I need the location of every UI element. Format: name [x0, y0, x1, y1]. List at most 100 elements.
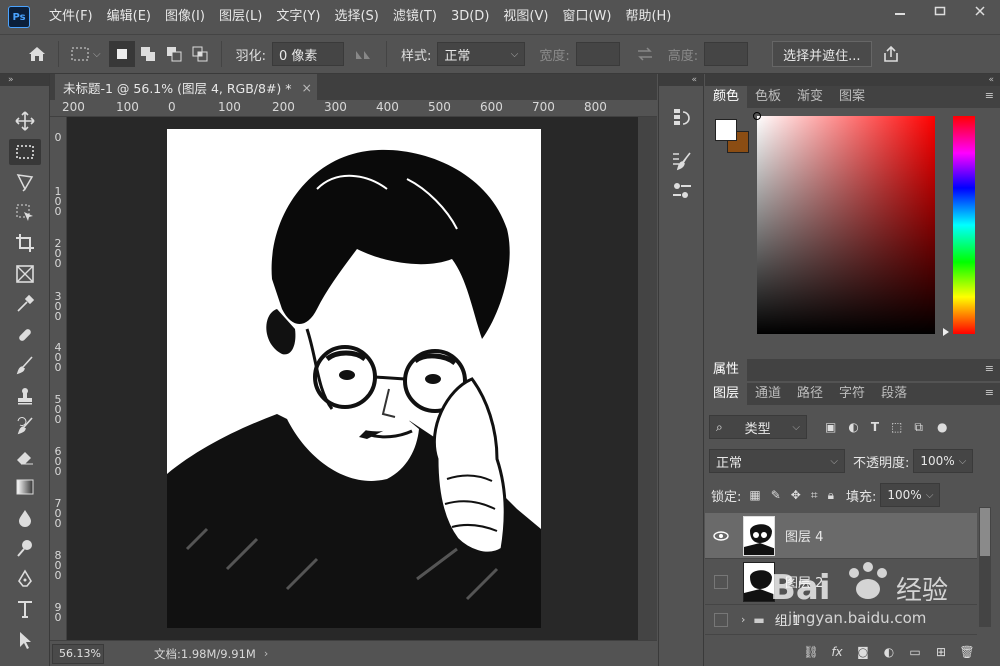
history-brush-tool[interactable]	[0, 411, 50, 442]
style-select[interactable]: 正常 ⌵	[437, 42, 526, 66]
blend-mode-select[interactable]: 正常 ⌵	[709, 449, 845, 473]
layer-row[interactable]: 图层 4	[705, 513, 977, 559]
share-button[interactable]	[878, 41, 904, 67]
menu-window[interactable]: 窗口(W)	[555, 0, 618, 34]
menu-image[interactable]: 图像(I)	[158, 0, 212, 34]
lock-all-icon[interactable]: 🔒︎	[828, 488, 834, 503]
foreground-color-swatch[interactable]	[715, 119, 737, 141]
lock-transparent-icon[interactable]: ▦	[749, 488, 760, 502]
minimize-button[interactable]	[880, 0, 920, 22]
menu-edit[interactable]: 编辑(E)	[100, 0, 158, 34]
history-panel-button[interactable]	[659, 102, 705, 132]
hue-slider-handle[interactable]	[943, 328, 949, 336]
tab-paragraph[interactable]: 段落	[873, 383, 915, 405]
clone-stamp-tool[interactable]	[0, 381, 50, 412]
eyedropper-tool[interactable]	[0, 289, 50, 320]
close-window-button[interactable]	[960, 0, 1000, 22]
layer-name[interactable]: 图层 4	[785, 526, 823, 545]
chevron-right-icon[interactable]: ›	[264, 647, 268, 660]
frame-tool[interactable]	[0, 259, 50, 290]
close-icon[interactable]: ×	[302, 80, 312, 95]
scrollbar-thumb[interactable]	[980, 508, 990, 556]
new-layer-button[interactable]: ⊞	[928, 640, 954, 664]
photoshop-logo[interactable]: Ps	[8, 6, 30, 28]
select-and-mask-button[interactable]: 选择并遮住...	[772, 41, 872, 67]
menu-file[interactable]: 文件(F)	[42, 0, 100, 34]
rect-marquee-tool[interactable]	[0, 137, 50, 168]
swap-dimensions-button[interactable]	[632, 41, 658, 67]
link-layers-button[interactable]: ⛓	[798, 640, 824, 664]
fill-input[interactable]: 100% ⌵	[880, 483, 941, 507]
visibility-toggle[interactable]	[705, 574, 737, 589]
document-size-info[interactable]: 文档:1.98M/9.91M	[154, 646, 256, 662]
add-selection-button[interactable]	[135, 41, 161, 67]
visibility-toggle[interactable]	[705, 530, 737, 541]
tab-character[interactable]: 字符	[831, 383, 873, 405]
height-input[interactable]	[704, 42, 749, 66]
menu-type[interactable]: 文字(Y)	[269, 0, 327, 34]
chevron-right-icon[interactable]: ›	[741, 613, 745, 626]
visibility-toggle[interactable]	[705, 612, 737, 627]
document-tab[interactable]: 未标题-1 @ 56.1% (图层 4, RGB/8#) * ×	[55, 74, 317, 100]
layer-style-button[interactable]: fx	[824, 640, 850, 664]
tab-paths[interactable]: 路径	[789, 383, 831, 405]
intersect-selection-button[interactable]	[187, 41, 213, 67]
menu-3d[interactable]: 3D(D)	[444, 0, 496, 34]
gradient-tool[interactable]	[0, 472, 50, 503]
filter-toggle-icon[interactable]: ●	[937, 420, 947, 434]
hue-slider[interactable]	[953, 116, 975, 334]
menu-layer[interactable]: 图层(L)	[212, 0, 269, 34]
lasso-tool[interactable]	[0, 167, 50, 198]
canvas-area[interactable]	[67, 117, 638, 640]
new-selection-button[interactable]	[108, 41, 135, 67]
lock-artboard-icon[interactable]: ⌗	[811, 488, 818, 503]
layer-row[interactable]: 图层 2	[705, 559, 977, 605]
image-filter-icon[interactable]: ▣	[825, 420, 836, 434]
lock-position-icon[interactable]: ✥	[791, 488, 801, 502]
tab-gradients[interactable]: 渐变	[789, 86, 831, 108]
opacity-input[interactable]: 100% ⌵	[913, 449, 974, 473]
object-selection-tool[interactable]	[0, 198, 50, 229]
type-tool[interactable]	[0, 594, 50, 625]
zoom-level-field[interactable]: 56.13%	[52, 643, 104, 664]
tab-patterns[interactable]: 图案	[831, 86, 873, 108]
smart-object-filter-icon[interactable]: ⧉	[914, 420, 923, 435]
panel-menu-icon[interactable]: ≡	[985, 362, 994, 375]
path-selection-tool[interactable]	[0, 625, 50, 656]
brush-presets-button[interactable]	[659, 176, 705, 206]
tab-layers[interactable]: 图层	[705, 383, 748, 405]
tab-channels[interactable]: 通道	[747, 383, 789, 405]
width-input[interactable]	[575, 42, 620, 66]
new-group-button[interactable]: ▭	[902, 640, 928, 664]
blur-tool[interactable]	[0, 503, 50, 534]
adjustment-filter-icon[interactable]: ◐	[848, 420, 858, 434]
anti-alias-toggle[interactable]	[352, 41, 378, 67]
brush-tool[interactable]	[0, 350, 50, 381]
feather-input[interactable]: 0 像素	[271, 42, 344, 66]
healing-brush-tool[interactable]	[0, 320, 50, 351]
rectangle-tool[interactable]	[0, 655, 50, 666]
lock-pixels-icon[interactable]: ✎	[771, 488, 781, 502]
home-button[interactable]	[24, 41, 50, 67]
adjustment-layer-button[interactable]: ◐	[876, 640, 902, 664]
crop-tool[interactable]	[0, 228, 50, 259]
document-canvas[interactable]	[167, 129, 541, 628]
maximize-button[interactable]	[920, 0, 960, 22]
move-tool[interactable]	[0, 106, 50, 137]
shape-filter-icon[interactable]: ⬚	[891, 420, 902, 434]
panel-menu-icon[interactable]: ≡	[985, 386, 994, 399]
collapse-icon[interactable]: «	[705, 74, 1000, 86]
collapse-icon[interactable]: «	[659, 74, 703, 86]
brush-settings-button[interactable]	[659, 146, 705, 176]
marquee-preset-picker[interactable]	[67, 41, 93, 67]
panel-menu-icon[interactable]: ≡	[985, 89, 994, 102]
expand-icon[interactable]: »	[0, 74, 49, 86]
layer-filter-select[interactable]: ⌕ 类型 ⌵	[709, 415, 807, 439]
type-filter-icon[interactable]: T	[871, 420, 879, 434]
menu-view[interactable]: 视图(V)	[496, 0, 555, 34]
dodge-tool[interactable]	[0, 533, 50, 564]
menu-filter[interactable]: 滤镜(T)	[386, 0, 444, 34]
layer-group-row[interactable]: › ▬ 组 1	[705, 605, 977, 635]
tab-swatches[interactable]: 色板	[747, 86, 789, 108]
color-field[interactable]	[753, 112, 935, 334]
